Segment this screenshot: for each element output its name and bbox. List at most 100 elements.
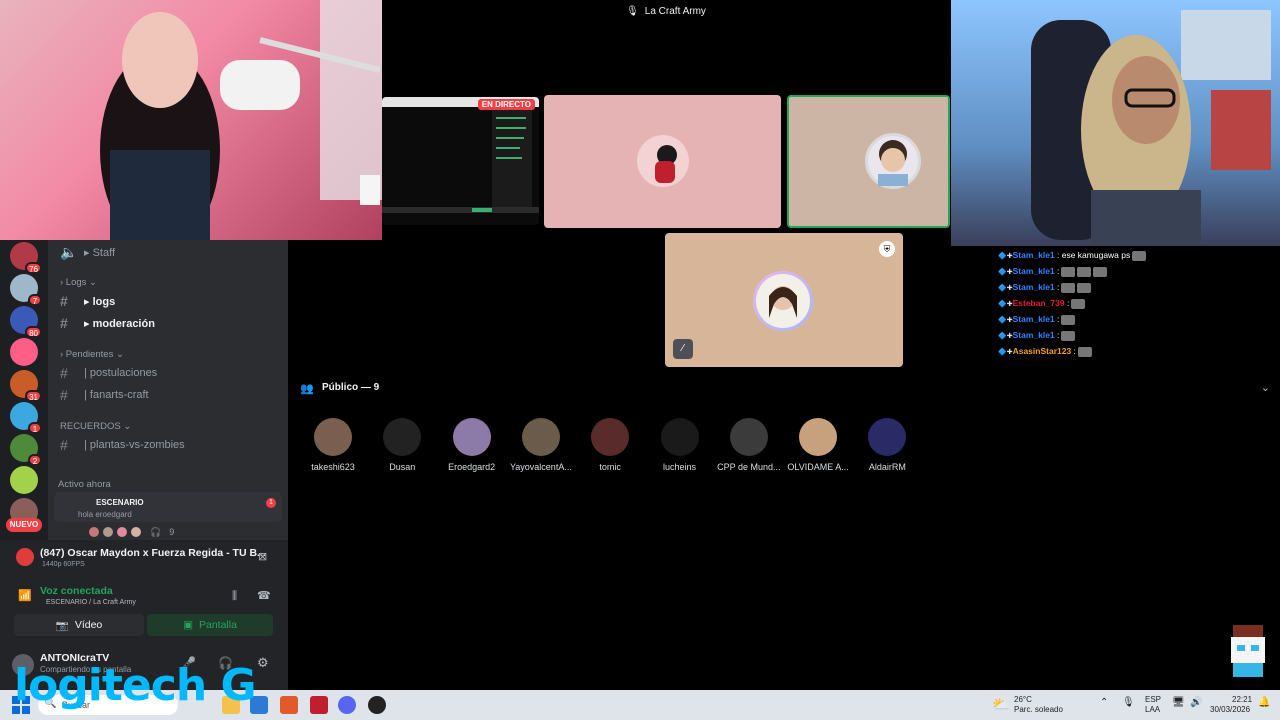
channel-fanarts[interactable]: # | fanarts-craft <box>60 385 149 405</box>
server-mention-badge: 2 <box>28 454 42 466</box>
screen-share-tile[interactable]: EN DIRECTO <box>382 97 539 225</box>
mute-icon[interactable]: ⁄ <box>673 339 693 359</box>
speaker-avatar-art <box>756 274 810 328</box>
audience-icon: 👥 <box>300 383 314 395</box>
server-icon[interactable]: 80 <box>10 306 42 338</box>
speaker-avatar <box>753 271 813 331</box>
audience-header[interactable]: 👥 Público — 9 ⌄ <box>288 377 1280 401</box>
audience-member[interactable]: tomic <box>575 418 645 472</box>
voice-status[interactable]: Voz conectada <box>40 585 113 597</box>
chat-badge-icon: 🔷✚ <box>998 285 1013 292</box>
chat-message: 🔷✚Stam_kle1 : ese kamugawa ps <box>998 248 1278 264</box>
chat-text: : <box>1054 266 1060 276</box>
new-badge[interactable]: NUEVO <box>6 518 42 532</box>
server-icon[interactable]: 31 <box>10 370 42 402</box>
channel-logs[interactable]: # ▸ logs <box>60 291 115 311</box>
channel-moderacion[interactable]: # ▸ moderación <box>60 313 155 333</box>
speaker-tile[interactable] <box>544 95 781 228</box>
volume-icon[interactable]: 🔊 <box>1190 697 1202 708</box>
channel-label: ▸ Staff <box>84 246 116 259</box>
audience-member[interactable]: YayovalcentA... <box>506 418 576 472</box>
brave-icon[interactable] <box>280 696 298 714</box>
chat-badge-icon: 🔷✚ <box>998 333 1013 340</box>
chat-text: : <box>1054 282 1060 292</box>
audience-member-name: AldairRM <box>868 462 906 472</box>
audience-member[interactable]: Dusan <box>367 418 437 472</box>
avatar <box>591 418 630 456</box>
avatar <box>102 526 114 538</box>
speaker-avatar <box>637 135 689 187</box>
server-icon[interactable]: 7 <box>10 274 42 306</box>
chat-text: : <box>1071 346 1076 356</box>
clock-time[interactable]: 22:21 <box>1232 695 1252 705</box>
chat-username: Stam_kle1 <box>1012 314 1055 324</box>
video-button[interactable]: 📷 Vídeo <box>14 614 144 636</box>
stage-header: 🎙 La Craft Army <box>382 0 950 22</box>
server-icon[interactable]: 76 <box>10 242 42 274</box>
audience-member[interactable]: OLVIDAME A... <box>783 418 853 472</box>
audience-member-name: Dusan <box>389 462 416 472</box>
speaker-tile-active[interactable] <box>787 95 950 228</box>
weather-desc: Parc. soleado <box>1014 705 1063 714</box>
chat-badge-icon: 🔷✚ <box>998 253 1013 260</box>
server-mention-badge: 7 <box>28 294 42 306</box>
microphone-icon[interactable]: 🎙 <box>1122 697 1135 708</box>
audience-member-name: takeshi623 <box>311 462 355 472</box>
channel-staff[interactable]: 🔈 ▸ Staff <box>60 242 115 262</box>
channel-label: | fanarts-craft <box>84 389 149 401</box>
notification-badge: 1 <box>266 498 276 508</box>
channel-list: 🔈 ▸ Staff › Logs ⌄ # ▸ logs # ▸ moderaci… <box>48 240 288 540</box>
audience-member[interactable]: CPP de Mund... <box>714 418 784 472</box>
screen: 🎙 La Craft Army EN DIRECTO ⛨ ⁄ 👥 Público… <box>0 0 1280 720</box>
speaker-avatar-art <box>878 140 908 186</box>
screen-share-button[interactable]: ▣ Pantalla <box>147 614 273 636</box>
category-recuerdos[interactable]: RECUERDOS ⌄ <box>60 421 131 432</box>
speaker-tile[interactable]: ⛨ ⁄ <box>665 233 903 367</box>
server-icon[interactable]: 2 <box>10 434 42 466</box>
audience-member-name: lucheins <box>662 462 697 472</box>
category-logs[interactable]: › Logs ⌄ <box>60 277 97 288</box>
chat-message: 🔷✚Stam_kle1 : <box>998 312 1278 328</box>
stream-chat-overlay: 🔷✚Stam_kle1 : ese kamugawa ps 🔷✚Stam_kle1… <box>998 248 1278 360</box>
logitech-g-logo: logitech G <box>14 660 257 711</box>
obs-icon[interactable] <box>368 696 386 714</box>
app-icon[interactable] <box>310 696 328 714</box>
channel-postulaciones[interactable]: # | postulaciones <box>60 363 157 383</box>
server-icon[interactable] <box>10 338 38 366</box>
stop-stream-icon[interactable]: ⊠ <box>258 550 267 563</box>
server-mention-badge: 31 <box>25 390 42 402</box>
right-webcam-art <box>1031 10 1271 246</box>
emote-icon <box>1061 330 1076 341</box>
language-primary[interactable]: ESP <box>1145 695 1161 705</box>
chat-badge-icon: 🔷✚ <box>998 301 1013 308</box>
chevron-down-icon[interactable]: ⌄ <box>1261 381 1270 394</box>
audience-member[interactable]: AldairRM <box>852 418 922 472</box>
notifications-icon[interactable]: 🔔 <box>1258 697 1270 708</box>
server-icon[interactable] <box>10 466 38 494</box>
chevron-up-icon[interactable]: ⌃ <box>1100 697 1108 708</box>
discord-icon[interactable] <box>338 696 356 714</box>
noise-suppression-icon[interactable]: ⫼ <box>232 590 237 603</box>
audience-member-name: YayovalcentA... <box>509 462 572 472</box>
channel-label: | postulaciones <box>84 367 158 379</box>
category-pendientes[interactable]: › Pendientes ⌄ <box>60 349 124 360</box>
weather-temp[interactable]: 26°C <box>1014 695 1032 705</box>
screen-share-icon: ▣ <box>183 619 193 631</box>
hash-icon: # <box>60 387 68 403</box>
disconnect-icon[interactable]: ☎ <box>257 589 271 602</box>
active-stage-title: ESCENARIO <box>96 498 144 507</box>
stage-icon: 🎙 <box>626 5 639 17</box>
audience-member[interactable]: takeshi623 <box>298 418 368 472</box>
avatar <box>799 418 838 456</box>
audience-member-name: OLVIDAME A... <box>787 462 849 472</box>
audience-member[interactable]: lucheins <box>645 418 715 472</box>
gear-icon[interactable]: ⚙ <box>257 655 269 671</box>
server-icon[interactable]: 1 <box>10 402 42 434</box>
chat-username: Stam_kle1 <box>1012 250 1055 260</box>
signal-icon: 📶 <box>18 590 32 602</box>
audience-member[interactable]: Eroedgard2 <box>437 418 507 472</box>
channel-plantas[interactable]: # | plantas-vs-zombies <box>60 435 185 455</box>
right-webcam-feed <box>951 0 1280 246</box>
audience-label: Público — 9 <box>322 382 380 393</box>
network-icon[interactable]: 🖥 <box>1172 697 1185 708</box>
